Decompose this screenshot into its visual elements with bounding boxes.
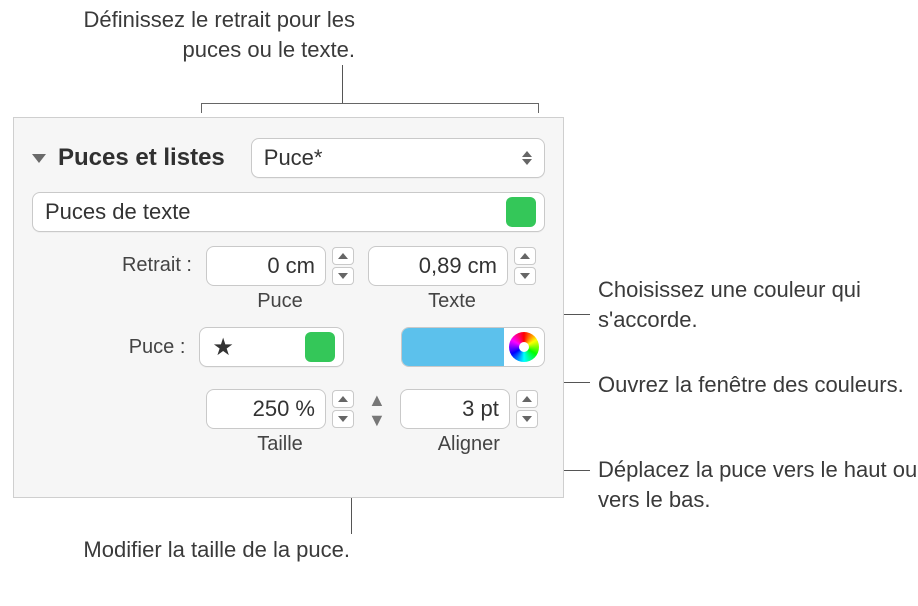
indent-bullet-field[interactable]: 0 cm [206,246,326,286]
bullet-type-popup[interactable]: Puces de texte [32,192,545,232]
vertical-arrows-icon: ▲▼ [368,391,386,429]
stepper-up-icon[interactable] [516,390,538,408]
indent-text-field[interactable]: 0,89 cm [368,246,508,286]
bullet-glyph: ★ [212,333,305,362]
indent-text-value: 0,89 cm [419,253,497,279]
callout-resize-text: Modifier la taille de la puce. [83,537,350,562]
bullet-glyph-popup[interactable]: ★ [199,327,344,367]
bullets-lists-panel: Puces et listes Puce* Puces de texte Ret… [13,117,564,498]
stepper-down-icon[interactable] [514,267,536,285]
chevron-updown-icon [305,332,335,362]
stepper-down-icon[interactable] [332,410,354,428]
size-field[interactable]: 250 % [206,389,326,429]
stepper-down-icon[interactable] [332,267,354,285]
callout-color-window: Ouvrez la fenêtre des couleurs. [598,370,908,400]
size-sub: Taille [257,433,303,456]
indent-text-stepper[interactable] [514,247,536,285]
color-swatch[interactable] [402,328,504,366]
callout-move-bullet-text: Déplacez la puce vers le haut ou vers le… [598,457,917,512]
align-value: 3 pt [462,396,499,422]
callout-resize: Modifier la taille de la puce. [70,535,350,565]
bullet-type-popup-label: Puces de texte [45,199,506,225]
callout-indent: Définissez le retrait pour les puces ou … [35,5,355,64]
bullet-color-control [401,327,545,367]
stepper-down-icon[interactable] [516,410,538,428]
indent-label: Retrait : [32,254,192,277]
callout-color-window-text: Ouvrez la fenêtre des couleurs. [598,372,904,397]
chevron-updown-icon [506,197,536,227]
leader-indent-vline [342,65,343,103]
section-title: Puces et listes [58,144,225,172]
callout-match-color: Choisissez une couleur qui s'accorde. [598,275,908,334]
indent-bullet-stepper[interactable] [332,247,354,285]
indent-bullet-sub: Puce [257,290,303,313]
callout-indent-text: Définissez le retrait pour les puces ou … [84,7,355,62]
stepper-up-icon[interactable] [332,390,354,408]
align-field[interactable]: 3 pt [400,389,510,429]
chevron-updown-icon [522,151,532,165]
indent-text-sub: Texte [428,290,476,313]
style-popup[interactable]: Puce* [251,138,545,178]
align-stepper[interactable] [516,390,538,428]
color-wheel-icon[interactable] [509,332,539,362]
bullet-label: Puce : [32,336,185,359]
size-stepper[interactable] [332,390,354,428]
indent-bullet-value: 0 cm [267,253,315,279]
section-header[interactable]: Puces et listes [32,144,225,172]
size-value: 250 % [253,396,315,422]
callout-move-bullet: Déplacez la puce vers le haut ou vers le… [598,455,918,514]
style-popup-label: Puce* [264,145,512,171]
stepper-up-icon[interactable] [514,247,536,265]
indent-bracket [201,103,539,113]
disclosure-triangle-icon[interactable] [32,154,46,163]
stepper-up-icon[interactable] [332,247,354,265]
callout-match-color-text: Choisissez une couleur qui s'accorde. [598,277,861,332]
align-sub: Aligner [438,433,500,456]
